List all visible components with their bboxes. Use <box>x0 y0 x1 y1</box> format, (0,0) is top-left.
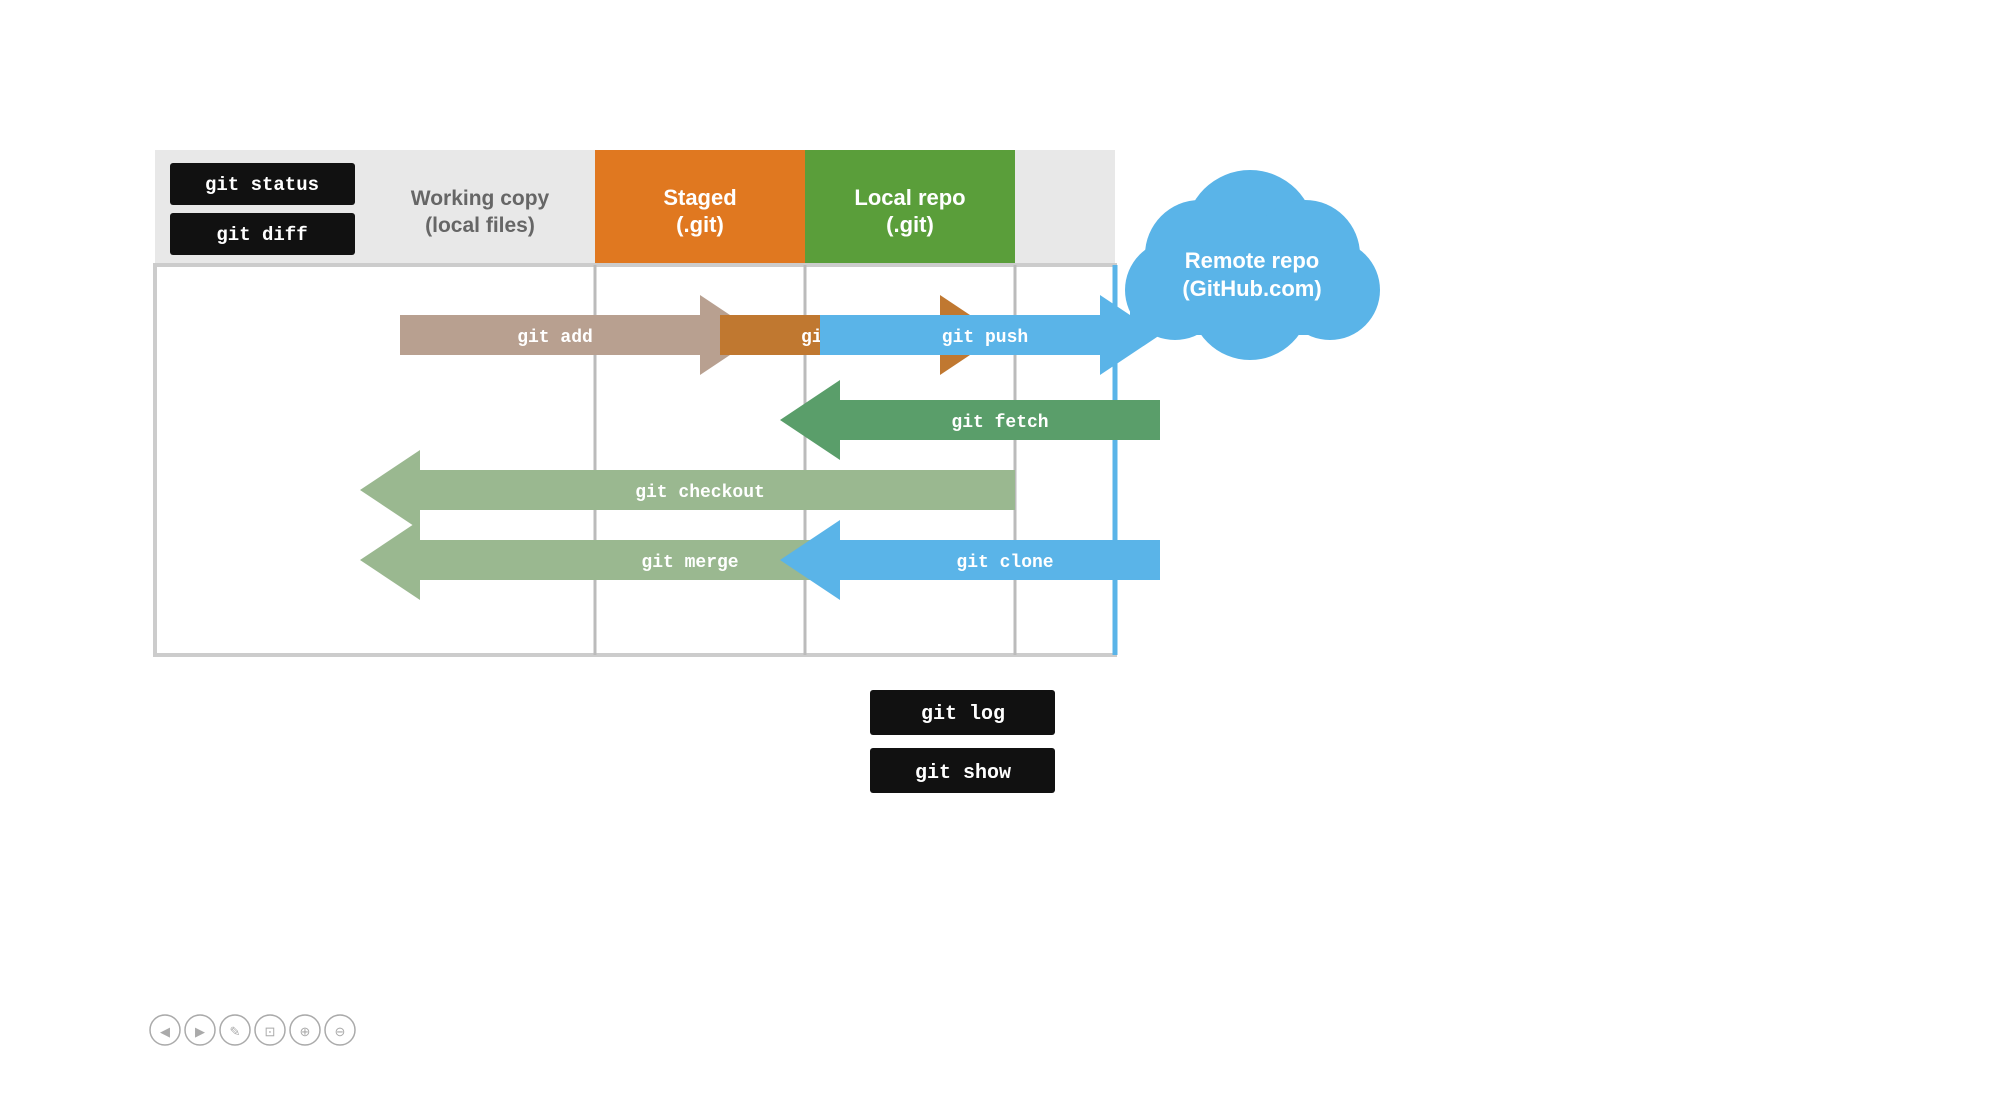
staged-header: Staged <box>663 185 736 210</box>
git-diff-label: git diff <box>216 224 307 246</box>
svg-text:⊕: ⊕ <box>300 1025 311 1040</box>
git-fetch-label: git fetch <box>951 413 1048 433</box>
git-merge-label: git merge <box>641 553 738 573</box>
svg-text:▶: ▶ <box>195 1025 205 1040</box>
working-copy-header: Working copy <box>411 187 550 210</box>
local-repo-header: Local repo <box>854 185 965 210</box>
svg-text:◀: ◀ <box>160 1025 170 1040</box>
git-clone-label: git clone <box>956 553 1053 573</box>
svg-text:⊡: ⊡ <box>265 1025 276 1040</box>
remote-repo-label-2: (GitHub.com) <box>1182 276 1321 301</box>
svg-text:✎: ✎ <box>230 1025 241 1040</box>
git-add-label: git add <box>517 328 593 348</box>
git-push-label: git push <box>942 328 1028 348</box>
git-status-label: git status <box>205 174 319 196</box>
diagram-canvas: git status git diff Working copy (local … <box>0 0 2000 1100</box>
git-checkout-label: git checkout <box>635 483 765 503</box>
working-copy-subheader: (local files) <box>425 214 535 237</box>
local-repo-subheader: (.git) <box>886 212 934 237</box>
git-log-label: git log <box>921 703 1005 726</box>
svg-text:⊖: ⊖ <box>335 1025 346 1040</box>
staged-subheader: (.git) <box>676 212 724 237</box>
remote-repo-label-1: Remote repo <box>1185 248 1319 273</box>
git-show-label: git show <box>915 762 1011 785</box>
